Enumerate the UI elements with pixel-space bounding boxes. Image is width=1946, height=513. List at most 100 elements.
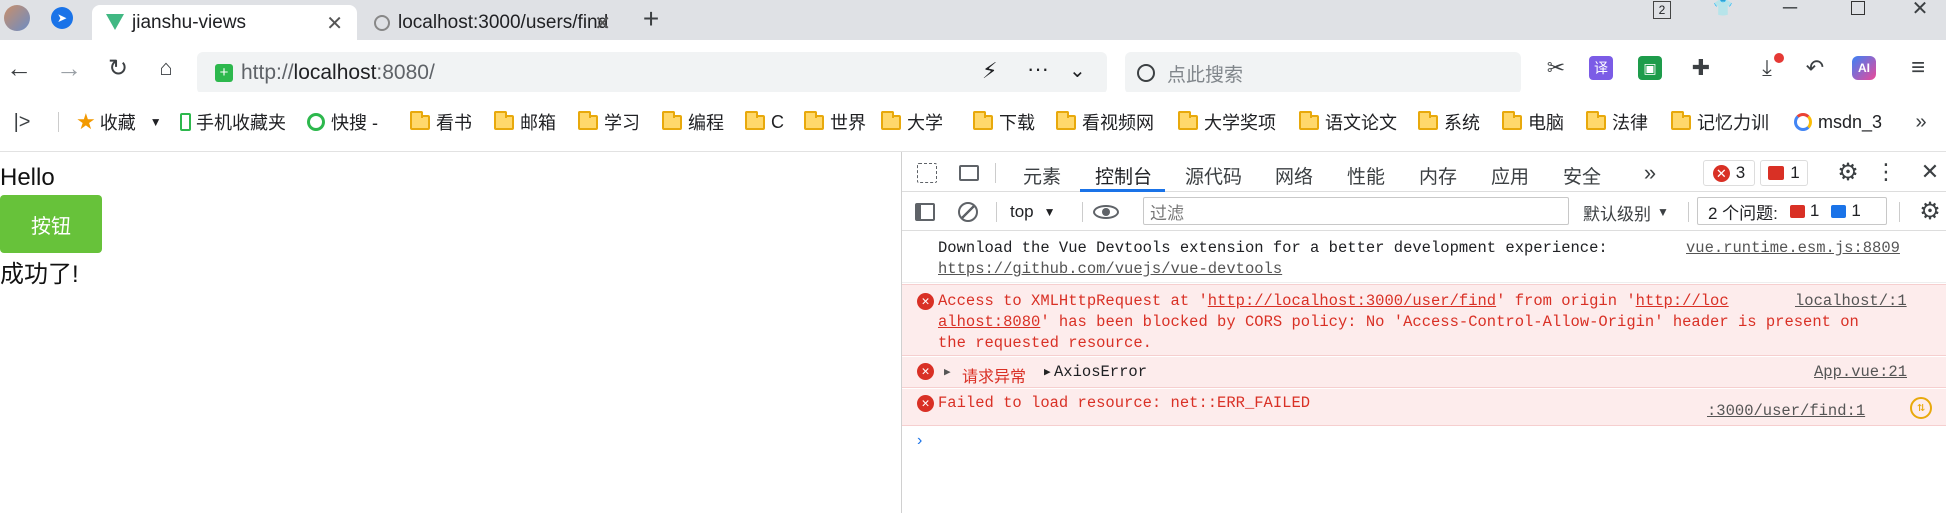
issue-flag-icon [1768,166,1785,180]
search-box[interactable]: 点此搜索 [1125,52,1521,94]
console-settings-icon[interactable]: ⚙ [1916,197,1944,225]
issue-count-badge[interactable]: 1 [1760,160,1808,186]
folder-icon [1418,110,1438,130]
scissors-icon[interactable]: ✂ [1541,53,1571,83]
bookmark-folder[interactable]: 看视频网 [1056,106,1154,138]
info-icon [1831,204,1847,218]
undo-icon[interactable]: ↶ [1800,53,1830,83]
settings-gear-icon[interactable]: ⚙ [1834,158,1862,186]
clear-console-icon[interactable] [955,199,981,225]
console-prompt-icon[interactable]: › [917,432,922,450]
lightning-icon[interactable]: ⚡ [982,58,997,84]
book-icon[interactable]: ▣ [1638,56,1662,80]
inspect-icon[interactable] [917,163,937,183]
bookmark-folder[interactable]: 语文论文 [1299,106,1397,138]
console-filter-input[interactable]: 过滤 [1143,197,1569,225]
network-panel-icon[interactable]: ⇅ [1910,397,1932,419]
bookmark-msdn[interactable]: msdn_3 [1794,106,1882,138]
bookmark-folder[interactable]: 邮箱 [494,106,556,138]
tab-jianshu-views[interactable]: jianshu-views ✕ [92,5,357,40]
bookmark-mobile[interactable]: 手机收藏夹 [180,106,286,138]
translate-icon[interactable]: 译 [1589,56,1613,80]
kebab-menu-icon[interactable]: ⋮ [1875,158,1897,186]
bookmark-folder[interactable]: 学习 [578,106,640,138]
expand-triangle-icon[interactable]: ▶ [1044,365,1051,379]
bookmark-folder[interactable]: 大学奖项 [1178,106,1276,138]
chevron-down-icon[interactable]: ⌄ [1069,58,1086,83]
more-bookmarks-icon[interactable]: » [1908,106,1934,138]
menu-icon[interactable]: ≡ [1903,53,1933,83]
ai-icon[interactable]: AI [1852,56,1876,80]
devtools-tab[interactable]: 控制台 [1095,160,1152,190]
minimize-icon[interactable]: ─ [1775,0,1805,19]
devtools-tab[interactable]: 安全 [1563,160,1601,190]
eye-icon[interactable] [1091,199,1121,225]
devtools-tab[interactable]: 内存 [1419,160,1457,190]
message-text: Download the Vue Devtools extension for … [938,239,1608,257]
close-devtools-icon[interactable]: ✕ [1917,158,1943,186]
divider [1082,202,1083,222]
close-window-icon[interactable]: ✕ [1905,0,1935,20]
bookmark-folder[interactable]: 记忆力训 [1671,106,1769,138]
quick-search-icon [307,113,325,131]
folder-icon [1502,110,1522,130]
msdn-icon [1794,113,1812,131]
shirt-icon[interactable]: 👕 [1711,0,1735,17]
bookmark-folder[interactable]: 电脑 [1502,106,1564,138]
back-icon[interactable]: ← [4,53,34,83]
new-tab-icon[interactable]: + [636,3,666,34]
more-tabs-icon[interactable]: » [1636,160,1664,186]
expand-triangle-icon[interactable]: ▶ [944,365,951,379]
devtools-tab[interactable]: 性能 [1347,160,1385,190]
sidebar-icon[interactable] [912,199,938,225]
bookmark-quick-search[interactable]: 快搜 - [307,106,378,138]
send-icon[interactable]: ➤ [51,7,73,29]
tab-localhost-find[interactable]: localhost:3000/users/find ✕ [360,5,625,40]
home-icon[interactable]: ⌂ [151,53,181,83]
bookmark-folder[interactable]: 系统 [1418,106,1480,138]
more-icon[interactable]: ··· [1027,56,1049,82]
bookmark-folder[interactable]: C [745,106,784,138]
close-tab-icon[interactable]: ✕ [594,11,611,36]
device-toggle-icon[interactable] [955,160,983,186]
devtools-tab[interactable]: 元素 [1023,160,1061,190]
console-message-info: Download the Vue Devtools extension for … [902,231,1946,283]
bookmark-folder[interactable]: 世界 [804,106,866,138]
tab-count-badge[interactable]: 2 [1653,1,1671,19]
address-bar[interactable]: + http://localhost:8080/ ⚡ ··· ⌄ [197,52,1107,94]
tab-strip: ➤ jianshu-views ✕ localhost:3000/users/f… [0,0,1946,40]
devtools-tab[interactable]: 应用 [1491,160,1529,190]
issues-button[interactable]: 2 个问题: 1 1 [1697,197,1887,225]
bookmark-folder[interactable]: 下载 [973,106,1035,138]
context-select[interactable]: top ▼ [1010,200,1066,224]
source-link[interactable]: vue.runtime.esm.js:8809 [1686,239,1900,257]
primary-button[interactable]: 按钮 [0,195,102,253]
bookmark-folder[interactable]: 法律 [1586,106,1648,138]
reload-icon[interactable]: ↻ [103,53,133,83]
caret-down-icon: ▼ [1043,205,1056,219]
log-level-select[interactable]: 默认级别 ▼ [1583,200,1675,224]
source-link[interactable]: :3000/user/find:1 [1707,402,1865,420]
source-link[interactable]: App.vue:21 [1814,363,1907,381]
divider [1688,202,1689,222]
bookmark-folder[interactable]: 编程 [662,106,724,138]
profile-avatar[interactable] [4,5,30,31]
bookmark-folder[interactable]: 大学 [881,106,943,138]
download-icon[interactable]: ⤓ [1752,53,1784,83]
bookmark-favorites[interactable]: ★ 收藏 ▼ [76,106,162,138]
divider [1899,202,1900,222]
forward-icon[interactable]: → [54,53,84,83]
devtools-tab[interactable]: 源代码 [1185,160,1242,190]
folder-icon [578,110,598,130]
maximize-icon[interactable] [1843,0,1873,16]
source-link[interactable]: localhost/:1 [1795,292,1907,310]
bookmark-folder[interactable]: 看书 [410,106,472,138]
sidebar-toggle-icon[interactable]: |> [8,106,36,138]
error-count-badge[interactable]: ✕ 3 [1703,160,1755,186]
close-tab-icon[interactable]: ✕ [326,11,343,36]
devtools-tab[interactable]: 网络 [1275,160,1313,190]
message-object[interactable]: AxiosError [1054,363,1147,381]
extensions-icon[interactable]: ✚ [1686,53,1716,83]
error-icon: ✕ [917,293,934,310]
message-link[interactable]: https://github.com/vuejs/vue-devtools [938,260,1282,278]
